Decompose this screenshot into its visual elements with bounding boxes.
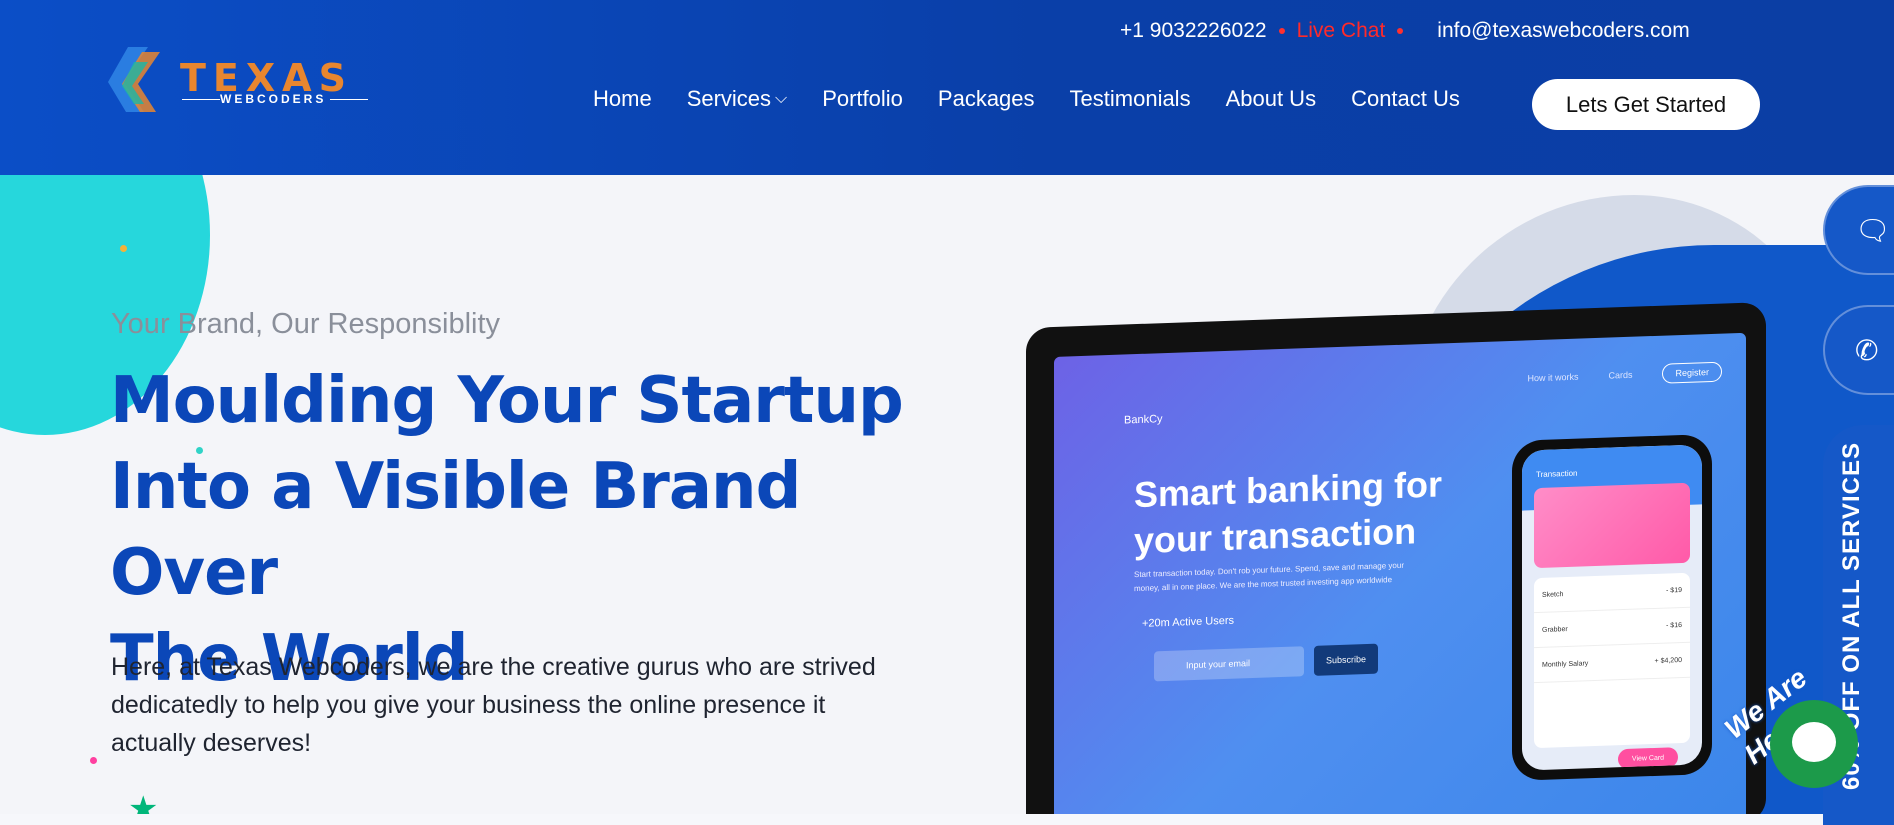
confetti-dot — [120, 245, 127, 252]
nav-contact-us[interactable]: Contact Us — [1351, 86, 1460, 112]
mockup-logo: BankCy — [1124, 413, 1163, 427]
brand-subname: WEBCODERS — [220, 92, 327, 106]
nav-home[interactable]: Home — [593, 86, 652, 112]
phone-link[interactable]: +1 9032226022 — [1120, 19, 1267, 43]
mockup-users: +20m Active Users — [1142, 614, 1235, 630]
headline-line: Moulding Your Startup — [110, 364, 904, 438]
main-nav: Home Services ⌵ Portfolio Packages Testi… — [593, 86, 1495, 112]
chat-bubble-icon — [1792, 722, 1836, 762]
phone-card — [1534, 482, 1690, 569]
phone-mockup: Transaction Sketch - $19 Grabber - $16 M… — [1512, 433, 1712, 781]
laptop-screen: BankCy How it works Cards Register Smart… — [1054, 332, 1746, 814]
list-item: Sketch - $19 — [1534, 572, 1690, 614]
row-name: Sketch — [1542, 590, 1564, 599]
phone-button: View Card — [1618, 747, 1678, 770]
phone-list: Sketch - $19 Grabber - $16 Monthly Salar… — [1534, 572, 1690, 749]
row-amount: + $4,200 — [1654, 656, 1682, 665]
list-item: Monthly Salary + $4,200 — [1534, 642, 1690, 684]
divider — [330, 99, 368, 100]
mockup-nav-item: How it works — [1527, 371, 1579, 384]
phone-screen: Transaction Sketch - $19 Grabber - $16 M… — [1522, 444, 1702, 771]
live-chat-link[interactable]: Live Chat — [1297, 19, 1386, 43]
row-name: Monthly Salary — [1542, 659, 1589, 669]
hero-section: Your Brand, Our Responsiblity Moulding Y… — [0, 175, 1894, 814]
live-chat-widget[interactable] — [1770, 700, 1858, 788]
nav-packages[interactable]: Packages — [938, 86, 1035, 112]
hero-description: Here, at Texas Webcoders, we are the cre… — [111, 653, 876, 757]
chat-icon: 🗨 — [1855, 214, 1891, 246]
chevron-down-icon: ⌵ — [775, 90, 788, 107]
trustpilot-star-icon: ★ — [128, 790, 159, 814]
headline-line: Into a Visible Brand Over — [110, 450, 801, 610]
separator-dot — [1278, 28, 1285, 34]
list-item: Grabber - $16 — [1534, 607, 1690, 649]
nav-about-us[interactable]: About Us — [1226, 86, 1317, 112]
contact-bar: +1 9032226022 Live Chat info@texaswebcod… — [1120, 16, 1690, 46]
mockup-description: Start transaction today. Don't rob your … — [1134, 560, 1404, 594]
row-name: Grabber — [1542, 625, 1568, 634]
mockup-title: Smart banking for your transaction — [1134, 463, 1443, 562]
email-link[interactable]: info@texaswebcoders.com — [1437, 19, 1689, 43]
confetti-dot — [90, 757, 97, 764]
separator-dot — [1397, 28, 1404, 34]
divider — [182, 99, 220, 100]
nav-services[interactable]: Services ⌵ — [687, 86, 788, 112]
site-header: TEXAS WEBCODERS +1 9032226022 Live Chat … — [0, 0, 1894, 175]
laptop-mockup: BankCy How it works Cards Register Smart… — [1026, 302, 1766, 814]
hero-tagline: Your Brand, Our Responsiblity — [111, 308, 501, 340]
mockup-register: Register — [1662, 361, 1722, 384]
get-started-button[interactable]: Lets Get Started — [1532, 79, 1760, 130]
nav-testimonials[interactable]: Testimonials — [1070, 86, 1191, 112]
nav-services-label: Services — [686, 86, 772, 111]
mockup-subscribe: Subscribe — [1314, 643, 1378, 676]
phone-icon: ✆ — [1855, 334, 1879, 366]
nav-portfolio[interactable]: Portfolio — [822, 86, 903, 112]
review-badges: ★ — [128, 789, 168, 814]
brand-logo[interactable]: TEXAS WEBCODERS — [108, 42, 378, 120]
mockup-email-input: Input your email — [1154, 646, 1304, 682]
mockup-nav: How it works Cards Register — [1497, 361, 1722, 390]
mockup-nav-item: Cards — [1608, 369, 1633, 381]
logo-mark-icon — [108, 47, 160, 112]
row-amount: - $16 — [1666, 621, 1682, 630]
row-amount: - $19 — [1666, 586, 1682, 595]
